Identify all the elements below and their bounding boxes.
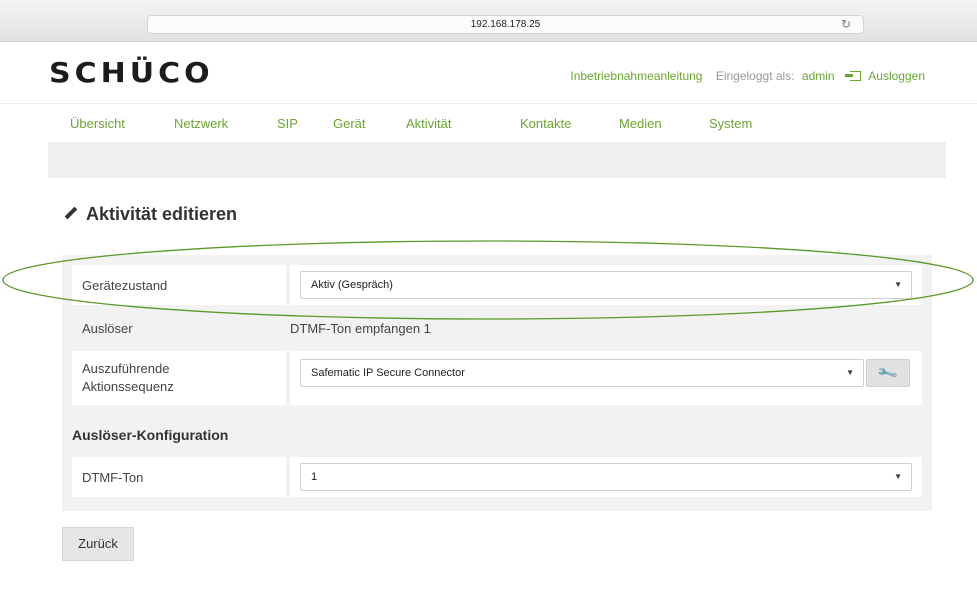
site-header: SCHÜCO Inbetriebnahmeanleitung Eingelogg…: [0, 42, 977, 104]
dtmf-value: 1: [311, 471, 318, 483]
page-title: Aktivität editieren: [64, 204, 237, 225]
dtmf-cell: 1 ▼: [290, 457, 922, 497]
action-sequence-row: Auszuführende Aktionssequenz Safematic I…: [72, 351, 922, 405]
device-state-cell: Aktiv (Gespräch) ▼: [290, 265, 922, 305]
trigger-label: Auslöser: [82, 320, 133, 336]
nav-item-netzwerk[interactable]: Netzwerk: [174, 116, 228, 131]
header-links: Inbetriebnahmeanleitung Eingeloggt als: …: [570, 68, 925, 83]
guide-link[interactable]: Inbetriebnahmeanleitung: [570, 69, 702, 83]
action-sequence-label-line2: Aktionssequenz: [82, 379, 174, 394]
trigger-config-heading: Auslöser-Konfiguration: [72, 427, 229, 443]
nav-item-geraet[interactable]: Gerät: [333, 116, 366, 131]
trigger-value: DTMF-Ton empfangen 1: [290, 320, 431, 336]
device-state-row: Gerätezustand Aktiv (Gespräch) ▼: [72, 265, 922, 305]
action-sequence-label-line1: Auszuführende: [82, 361, 170, 376]
pencil-icon: [64, 206, 78, 220]
action-sequence-value: Safematic IP Secure Connector: [311, 367, 465, 379]
back-button[interactable]: Zurück: [62, 527, 134, 561]
schueco-logo[interactable]: SCHÜCO: [49, 57, 214, 89]
nav-item-medien[interactable]: Medien: [619, 116, 662, 131]
nav-item-system[interactable]: System: [709, 116, 752, 131]
trigger-cell: DTMF-Ton empfangen 1: [290, 311, 922, 345]
action-sequence-cell: Safematic IP Secure Connector ▼ 🔧: [290, 351, 922, 405]
dtmf-row: DTMF-Ton 1 ▼: [72, 457, 922, 497]
username: admin: [801, 68, 835, 83]
wrench-icon: 🔧: [876, 361, 900, 384]
subnav-bar: [48, 142, 946, 178]
device-state-select[interactable]: Aktiv (Gespräch) ▼: [300, 271, 912, 299]
nav-item-aktivitaet[interactable]: Aktivität: [406, 116, 452, 131]
dtmf-label: DTMF-Ton: [72, 457, 286, 497]
chevron-down-icon: ▼: [894, 280, 902, 289]
logout-icon[interactable]: [844, 70, 861, 81]
logged-in-label: Eingeloggt als:: [715, 68, 795, 83]
reload-icon[interactable]: ↻: [841, 16, 851, 33]
action-sequence-select[interactable]: Safematic IP Secure Connector ▼: [300, 359, 864, 387]
nav-item-sip[interactable]: SIP: [277, 116, 298, 131]
nav-item-uebersicht[interactable]: Übersicht: [70, 116, 125, 131]
address-bar[interactable]: 192.168.178.25 ↻: [147, 15, 864, 34]
configure-sequence-button[interactable]: 🔧: [866, 359, 910, 387]
url-text: 192.168.178.25: [470, 19, 541, 30]
browser-toolbar: 192.168.178.25 ↻: [0, 0, 977, 42]
logout-link[interactable]: Ausloggen: [868, 69, 925, 83]
chevron-down-icon: ▼: [846, 368, 854, 377]
device-state-value: Aktiv (Gespräch): [311, 279, 393, 291]
action-sequence-label: Auszuführende Aktionssequenz: [72, 351, 286, 405]
chevron-down-icon: ▼: [894, 472, 902, 481]
device-state-label: Gerätezustand: [72, 265, 286, 305]
nav-item-kontakte[interactable]: Kontakte: [520, 116, 571, 131]
page-title-text: Aktivität editieren: [86, 204, 238, 224]
trigger-row: Auslöser DTMF-Ton empfangen 1: [72, 311, 922, 345]
edit-activity-form: Gerätezustand Aktiv (Gespräch) ▼ Auslöse…: [62, 255, 932, 511]
dtmf-select[interactable]: 1 ▼: [300, 463, 912, 491]
